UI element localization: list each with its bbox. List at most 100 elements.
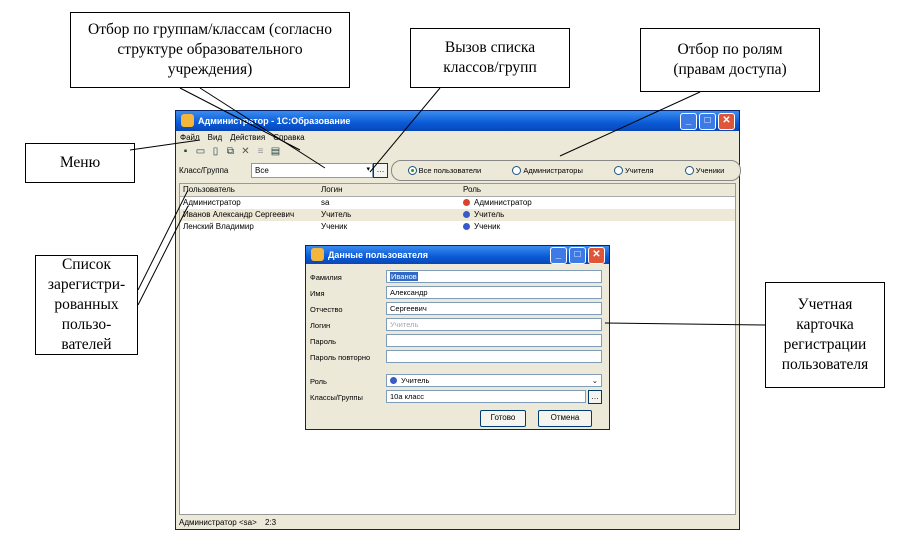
classes-field[interactable]: 10а класс [386, 390, 586, 403]
column-role[interactable]: Роль [460, 184, 660, 196]
annotation-menu: Меню [25, 143, 135, 183]
app-icon [181, 114, 194, 127]
list-icon[interactable]: ≡ [255, 146, 266, 157]
toolbar: ▪ ▭ ▯ ⧉ ✕ ≡ ▤ [180, 146, 281, 157]
group-filter-value: Все [255, 166, 269, 175]
window-title: Администратор - 1С:Образование [198, 116, 351, 126]
field-input[interactable] [386, 334, 602, 347]
cell-user: Ленский Владимир [183, 222, 254, 231]
field-input[interactable]: Иванов [386, 270, 602, 283]
radio-label: Учителя [625, 166, 654, 175]
app-icon [311, 248, 324, 261]
cell-login: Учитель [321, 210, 352, 219]
cell-role: Администратор [460, 197, 660, 209]
annotation-group-filter: Отбор по группам/классам (согласно струк… [70, 12, 350, 88]
table-row[interactable]: Иванов Александр Сергеевич Учитель Учитель [180, 209, 735, 221]
field-label: Фамилия [310, 273, 342, 282]
role-value: Учитель [401, 376, 430, 385]
role-text: Администратор [474, 198, 532, 207]
save-icon[interactable]: ▪ [180, 146, 191, 157]
field-input[interactable]: Учитель [386, 318, 602, 331]
role-filter-group: Все пользователи Администраторы Учителя … [391, 160, 741, 181]
field-value: Учитель [390, 320, 419, 329]
new-icon[interactable]: ▯ [210, 146, 221, 157]
radio-teachers[interactable]: Учителя [614, 166, 654, 175]
minimize-button[interactable]: _ [550, 247, 567, 264]
properties-icon[interactable]: ▤ [270, 146, 281, 157]
role-text: Учитель [474, 210, 505, 219]
annotation-text: Отбор по ролям (правам доступа) [673, 40, 787, 78]
radio-all-users[interactable]: Все пользователи [407, 166, 482, 175]
form-row: Фамилия Иванов [310, 270, 603, 283]
group-filter-combo[interactable]: Все ▾ [251, 163, 373, 178]
open-icon[interactable]: ▭ [195, 146, 206, 157]
user-data-dialog: Данные пользователя _ □ ✕ Фамилия Иванов И… [305, 245, 610, 430]
role-select[interactable]: Учитель ⌄ [386, 374, 602, 387]
classes-label: Классы/Группы [310, 393, 363, 402]
field-input[interactable] [386, 350, 602, 363]
form-row: Отчество Сергеевич [310, 302, 603, 315]
radio-students[interactable]: Ученики [684, 166, 725, 175]
classes-select-button[interactable]: … [588, 390, 602, 404]
annotation-text: Учетная карточка регистрации пользовател… [781, 295, 869, 374]
maximize-button[interactable]: □ [699, 113, 716, 130]
minimize-button[interactable]: _ [680, 113, 697, 130]
classes-row: Классы/Группы 10а класс … [310, 390, 603, 404]
column-user[interactable]: Пользователь [180, 184, 318, 196]
cell-role: Ученик [460, 221, 660, 233]
status-count: 2:3 [264, 518, 277, 527]
status-bar: Администратор <sa> 2:3 [179, 518, 276, 527]
form-row: Логин Учитель [310, 318, 603, 331]
radio-icon [614, 166, 623, 175]
annotation-role-filter: Отбор по ролям (правам доступа) [640, 28, 820, 92]
role-icon [463, 211, 470, 218]
done-button[interactable]: Готово [480, 410, 526, 427]
annotation-text: Отбор по группам/классам (согласно струк… [88, 20, 332, 79]
field-input[interactable]: Александр [386, 286, 602, 299]
cell-user: Администратор [183, 198, 241, 207]
column-login[interactable]: Логин [318, 184, 460, 196]
form-row: Имя Александр [310, 286, 603, 299]
menu-bar: Файл Вид Действия Справка [180, 133, 305, 142]
menu-file[interactable]: Файл [180, 133, 200, 142]
status-user: Администратор <sa> [179, 518, 257, 527]
chevron-down-icon: ▾ [366, 166, 370, 173]
table-row[interactable]: Ленский Владимир Ученик Ученик [180, 221, 735, 233]
copy-icon[interactable]: ⧉ [225, 146, 236, 157]
close-button[interactable]: ✕ [588, 247, 605, 264]
maximize-button[interactable]: □ [569, 247, 586, 264]
teacher-role-icon [390, 377, 397, 384]
form-row: Пароль [310, 334, 603, 347]
field-value: Александр [390, 288, 428, 297]
field-label: Отчество [310, 305, 343, 314]
field-input[interactable]: Сергеевич [386, 302, 602, 315]
radio-icon [684, 166, 694, 175]
role-text: Ученик [474, 222, 501, 231]
field-label: Имя [310, 289, 325, 298]
table-row[interactable]: Администратор sa Администратор [180, 197, 735, 209]
field-value: Иванов [390, 272, 418, 281]
annotation-group-list-call: Вызов списка классов/групп [410, 28, 570, 88]
table-header: Пользователь Логин Роль [180, 184, 735, 197]
dialog-title-bar[interactable]: Данные пользователя _ □ ✕ [306, 246, 609, 264]
radio-label: Все пользователи [418, 166, 482, 175]
title-bar[interactable]: Администратор - 1С:Образование _ □ ✕ [176, 111, 739, 131]
radio-selected-icon [407, 166, 417, 175]
menu-actions[interactable]: Действия [230, 133, 265, 142]
dialog-title: Данные пользователя [328, 250, 428, 260]
chevron-down-icon: ⌄ [591, 376, 598, 385]
close-button[interactable]: ✕ [718, 113, 735, 130]
annotation-user-list: Список зарегистри-рованных пользо-вателе… [35, 255, 138, 355]
group-list-button[interactable]: … [373, 163, 388, 178]
cell-user: Иванов Александр Сергеевич [183, 210, 295, 219]
menu-view[interactable]: Вид [208, 133, 222, 142]
annotation-text: Вызов списка классов/групп [443, 38, 537, 76]
field-label: Логин [310, 321, 331, 330]
delete-icon[interactable]: ✕ [240, 146, 251, 157]
filter-bar: Класс/Группа Все ▾ … Все пользователи Ад… [179, 160, 741, 181]
radio-label: Ученики [695, 166, 725, 175]
cancel-button[interactable]: Отмена [538, 410, 592, 427]
radio-admins[interactable]: Администраторы [512, 166, 583, 175]
field-value: Сергеевич [390, 304, 427, 313]
menu-help[interactable]: Справка [273, 133, 304, 142]
